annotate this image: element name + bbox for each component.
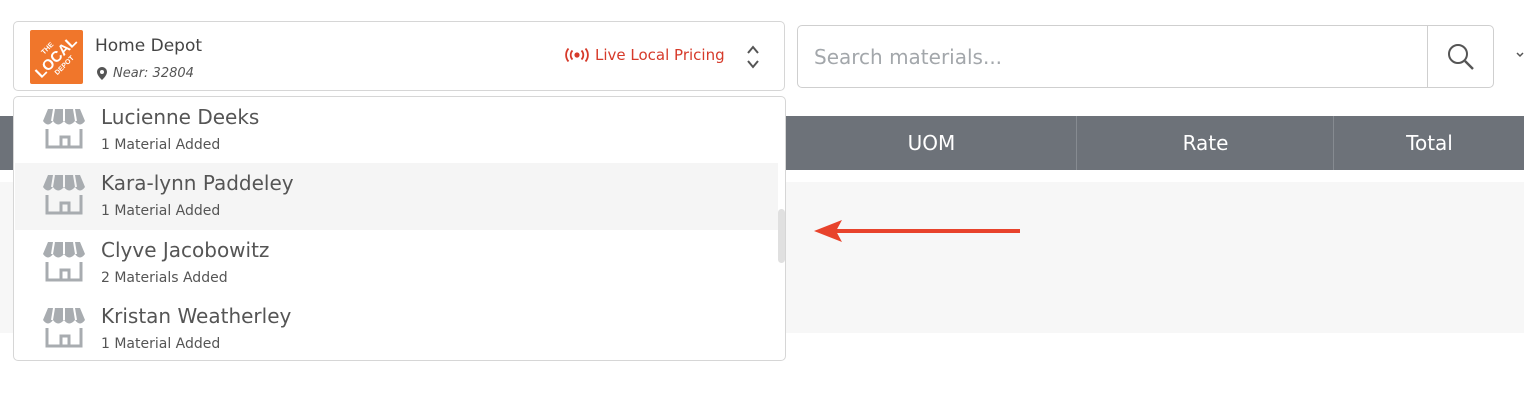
near-location: Near: 32804 — [97, 66, 194, 81]
list-item-count: 1 Material Added — [101, 336, 221, 352]
live-pricing-label: Live Local Pricing — [595, 46, 725, 64]
list-item-count: 1 Material Added — [101, 203, 221, 219]
column-header-uom[interactable]: UOM — [787, 116, 1076, 170]
near-label: Near: 32804 — [113, 66, 194, 81]
list-item-count: 1 Material Added — [101, 137, 221, 153]
store-dropdown-list: Lucienne Deeks 1 Material Added Kara-lyn… — [13, 96, 786, 361]
dropdown-scrollbar[interactable] — [778, 209, 785, 263]
storefront-icon — [43, 241, 85, 282]
store-name: Home Depot — [95, 36, 203, 56]
store-logo: THE LOCAL DEPOT — [30, 30, 83, 84]
live-pricing-indicator: Live Local Pricing — [565, 46, 725, 64]
list-item-name: Lucienne Deeks — [101, 105, 260, 129]
list-item[interactable]: Clyve Jacobowitz 2 Materials Added — [15, 230, 778, 297]
column-header-total[interactable]: Total — [1333, 116, 1524, 170]
search-bar — [797, 25, 1494, 88]
storefront-icon — [43, 307, 85, 348]
chevron-down-icon[interactable] — [1516, 50, 1524, 58]
annotation-arrow — [814, 220, 1020, 242]
search-button[interactable] — [1427, 26, 1493, 87]
list-item-name: Clyve Jacobowitz — [101, 238, 270, 262]
list-item[interactable]: Kara-lynn Paddeley 1 Material Added — [15, 163, 778, 230]
column-header-rate[interactable]: Rate — [1076, 116, 1334, 170]
search-icon — [1447, 43, 1474, 70]
search-input[interactable] — [798, 26, 1428, 87]
list-item-count: 2 Materials Added — [101, 270, 228, 286]
storefront-icon — [43, 108, 85, 149]
list-item[interactable]: Kristan Weatherley 1 Material Added — [15, 296, 778, 360]
broadcast-icon — [565, 48, 589, 62]
chevron-updown-icon[interactable] — [746, 44, 760, 70]
storefront-icon — [43, 174, 85, 215]
store-selector[interactable]: THE LOCAL DEPOT Home Depot Near: 32804 L… — [13, 21, 785, 91]
list-item-name: Kristan Weatherley — [101, 304, 292, 328]
location-pin-icon — [97, 67, 107, 80]
list-item[interactable]: Lucienne Deeks 1 Material Added — [15, 97, 778, 164]
list-item-name: Kara-lynn Paddeley — [101, 171, 294, 195]
